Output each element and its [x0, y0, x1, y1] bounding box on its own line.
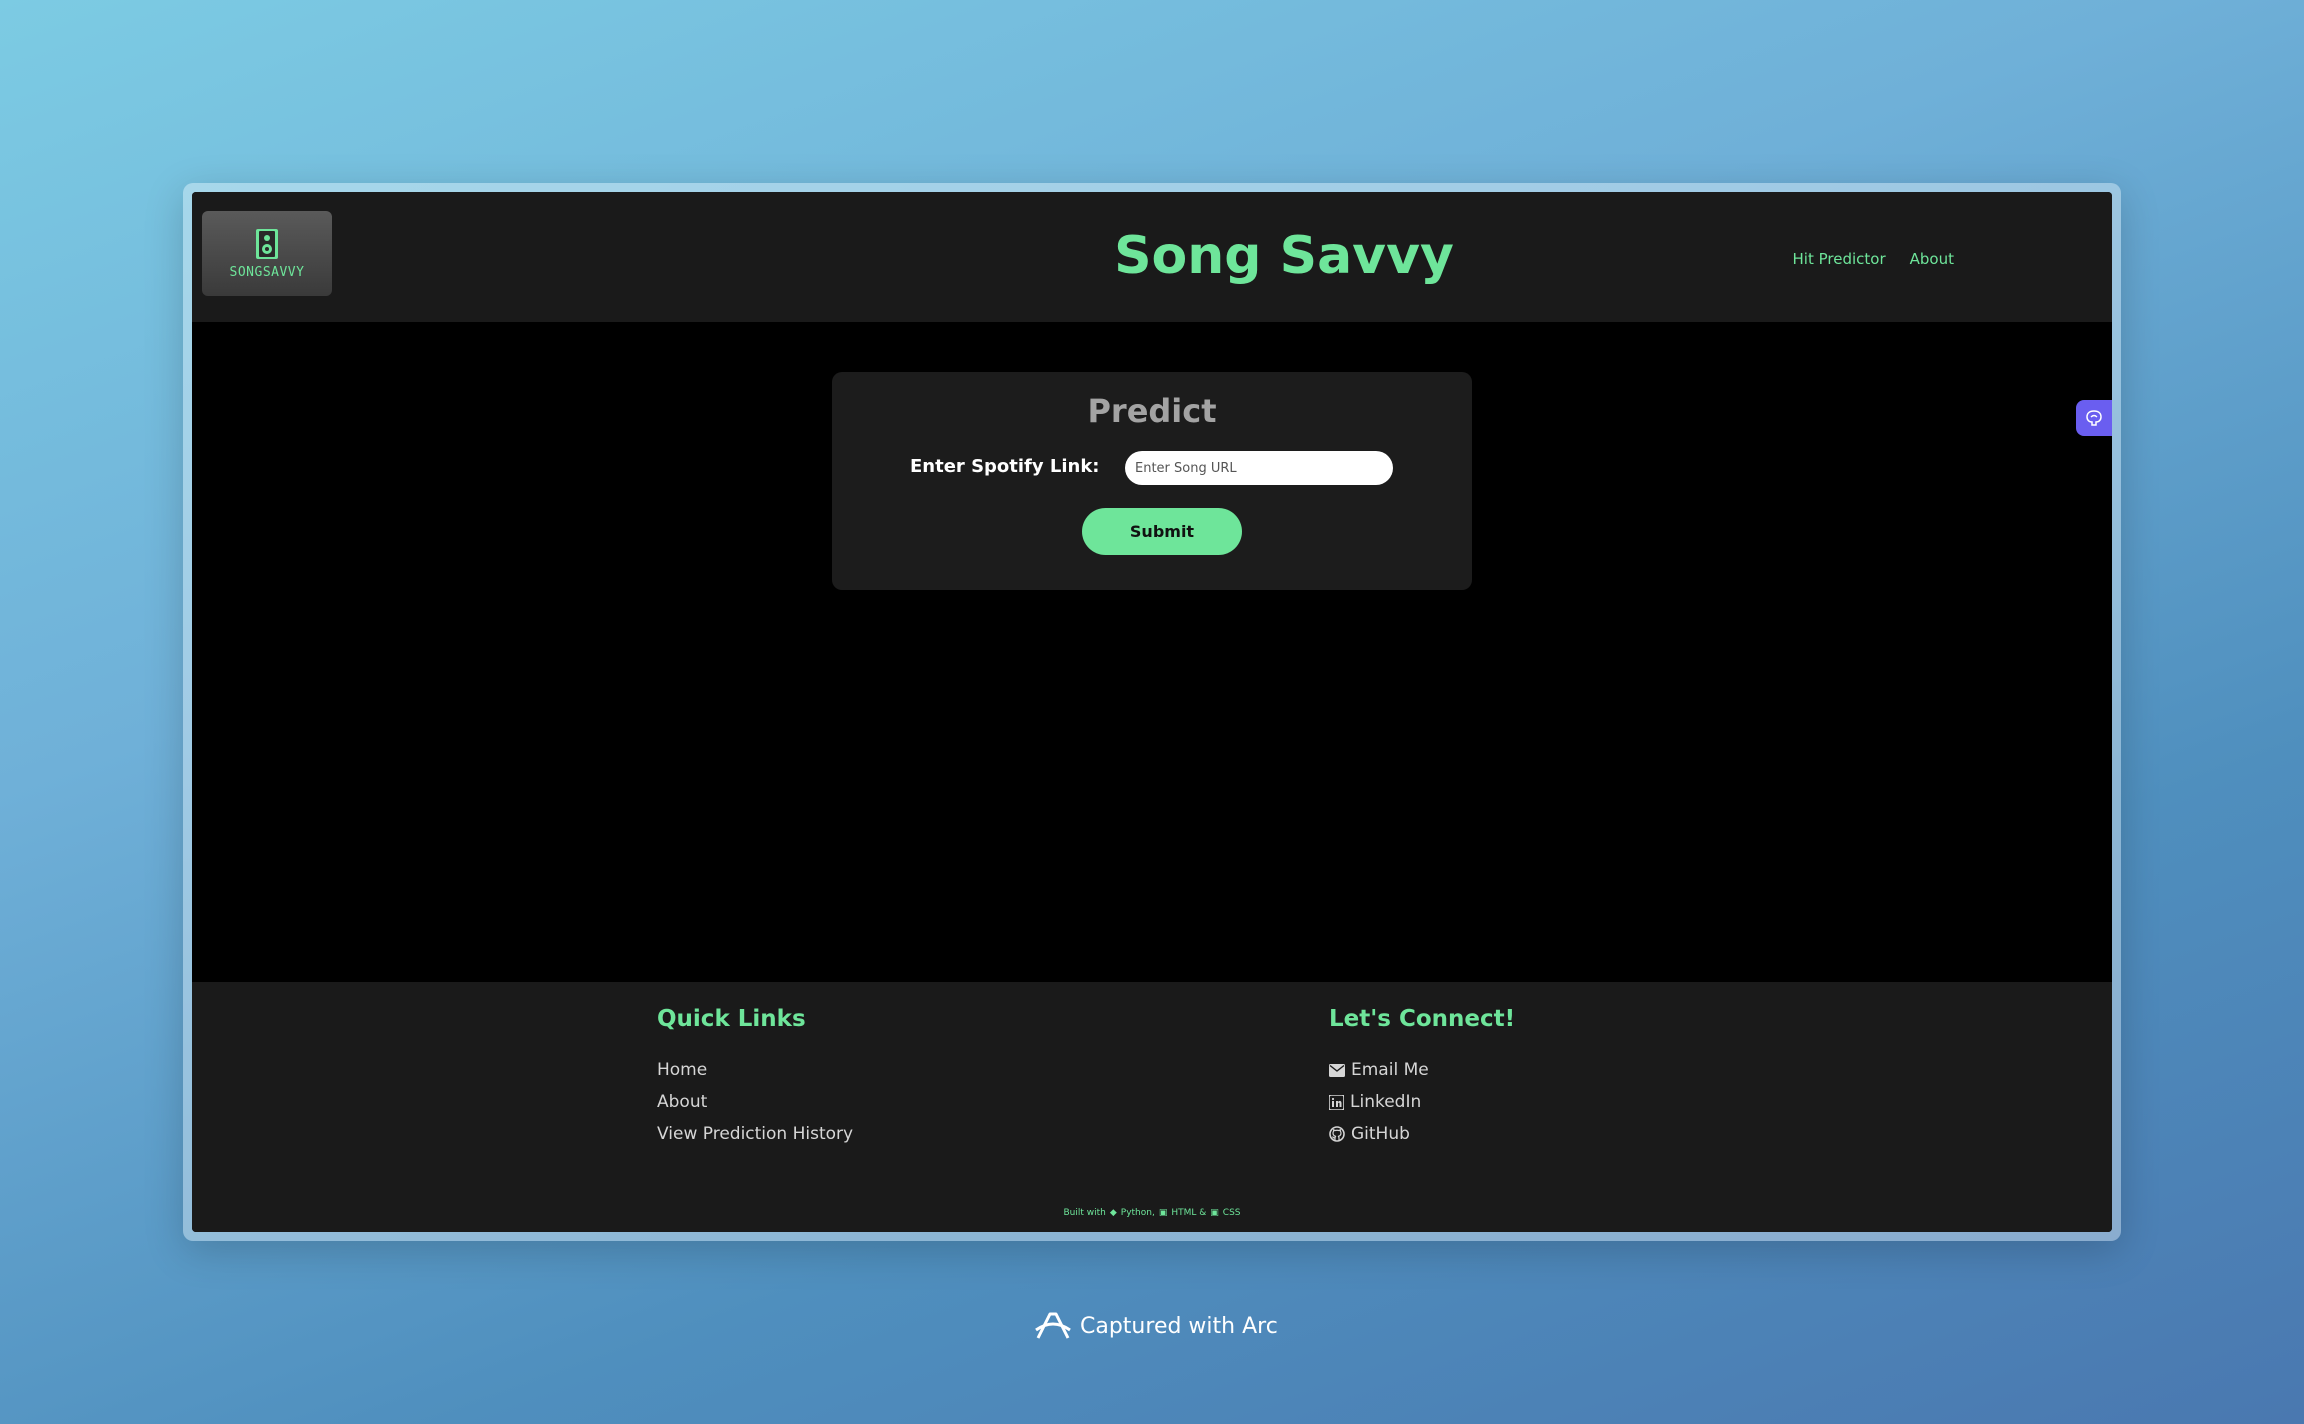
site-footer: Quick Links Home About View Prediction H…	[192, 982, 2112, 1232]
nav-hit-predictor[interactable]: Hit Predictor	[1793, 250, 1886, 268]
predict-card: Predict Enter Spotify Link: Submit	[832, 372, 1472, 590]
built-with-python: Python,	[1120, 1208, 1155, 1218]
html5-icon: ▣	[1158, 1208, 1168, 1218]
arc-credit-text: Captured with Arc	[1080, 1313, 1278, 1339]
spotify-link-label: Enter Spotify Link:	[910, 456, 1100, 477]
email-link[interactable]: Email Me	[1329, 1054, 1515, 1086]
built-with-credit: Built with ◆ Python, ▣ HTML & ▣ CSS	[192, 1208, 2112, 1218]
site-header: SONGSAVVY Song Savvy Hit Predictor About	[192, 192, 2112, 322]
connect-heading: Let's Connect!	[1329, 1006, 1516, 1032]
envelope-icon	[1329, 1063, 1345, 1077]
predict-title: Predict	[1087, 392, 1217, 430]
arc-capture-credit: Captured with Arc	[1034, 1310, 1278, 1342]
nav-about[interactable]: About	[1910, 250, 1954, 268]
brain-icon	[2086, 410, 2102, 426]
github-icon	[1329, 1126, 1345, 1142]
speaker-icon	[256, 229, 278, 259]
github-link[interactable]: GitHub	[1329, 1118, 1515, 1150]
linkedin-icon	[1329, 1094, 1344, 1110]
github-link-label: GitHub	[1351, 1124, 1410, 1144]
site-title: Song Savvy	[1114, 226, 1454, 286]
email-link-label: Email Me	[1351, 1060, 1429, 1080]
built-with-html: HTML &	[1171, 1208, 1207, 1218]
main-nav: Hit Predictor About	[1793, 250, 1954, 268]
python-icon: ◆	[1109, 1208, 1117, 1218]
arc-logo-icon	[1035, 1312, 1071, 1339]
linkedin-link-label: LinkedIn	[1350, 1092, 1422, 1112]
built-with-prefix: Built with	[1063, 1208, 1106, 1218]
footer-link-home[interactable]: Home	[657, 1054, 853, 1086]
site-logo[interactable]: SONGSAVVY	[202, 211, 332, 296]
footer-link-about[interactable]: About	[657, 1086, 853, 1118]
submit-button[interactable]: Submit	[1082, 508, 1242, 555]
assistant-tab[interactable]	[2076, 400, 2112, 436]
footer-link-prediction-history[interactable]: View Prediction History	[657, 1118, 853, 1150]
quick-links-heading: Quick Links	[657, 1006, 806, 1032]
quick-links-column: Quick Links Home About View Prediction H…	[657, 1006, 853, 1150]
logo-text: SONGSAVVY	[229, 265, 305, 280]
connect-column: Let's Connect! Email Me LinkedIn GitHub	[1329, 1006, 1515, 1150]
song-url-input[interactable]	[1125, 451, 1393, 485]
css3-icon: ▣	[1210, 1208, 1219, 1218]
browser-window: SONGSAVVY Song Savvy Hit Predictor About…	[192, 192, 2112, 1232]
linkedin-link[interactable]: LinkedIn	[1329, 1086, 1515, 1118]
built-with-css: CSS	[1222, 1208, 1241, 1218]
